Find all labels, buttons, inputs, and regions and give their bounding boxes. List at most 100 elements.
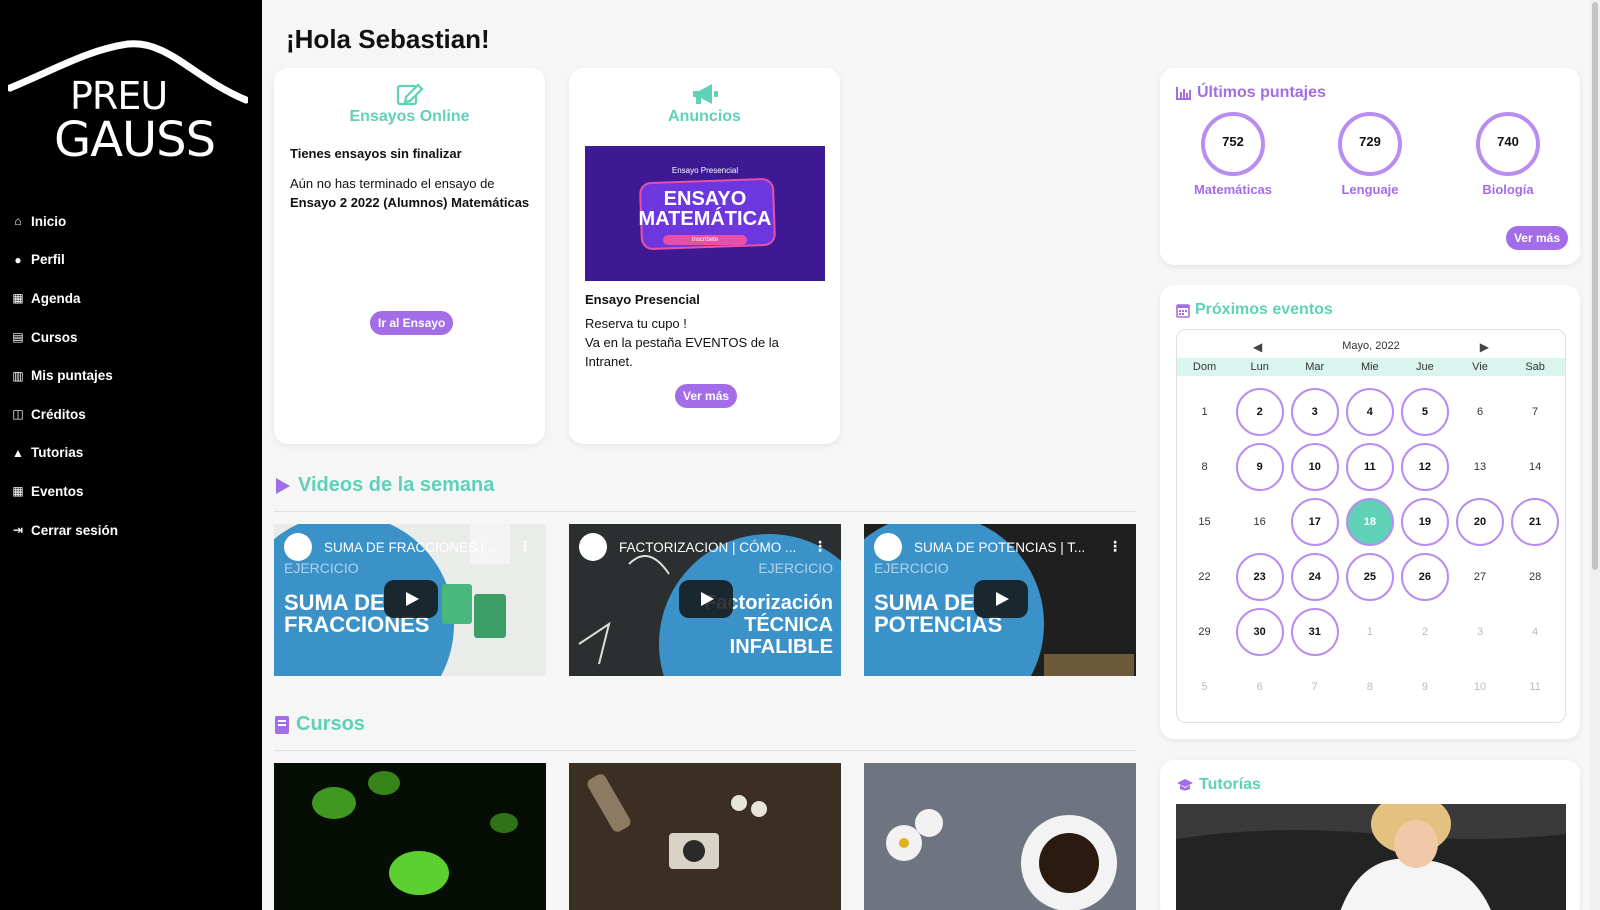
calendar-day[interactable]: 4 bbox=[1508, 604, 1563, 659]
announcement-more-button[interactable]: Ver más bbox=[675, 384, 738, 408]
calendar-day[interactable]: 10 bbox=[1287, 439, 1342, 494]
scrollbar-thumb[interactable] bbox=[1592, 2, 1598, 570]
calendar-day[interactable]: 20 bbox=[1452, 494, 1507, 549]
weekday-label: Lun bbox=[1250, 361, 1269, 373]
calendar-day[interactable]: 21 bbox=[1508, 494, 1563, 549]
sidebar-item-mis-puntajes[interactable]: ▥ Mis puntajes bbox=[0, 356, 262, 395]
event-marker: 4 bbox=[1345, 387, 1394, 436]
calendar-day[interactable]: 6 bbox=[1232, 659, 1287, 714]
calendar-day[interactable]: 5 bbox=[1397, 384, 1452, 439]
calendar-day[interactable]: 26 bbox=[1397, 549, 1452, 604]
page-scrollbar[interactable] bbox=[1590, 0, 1600, 910]
calendar-day[interactable]: 4 bbox=[1342, 384, 1397, 439]
calendar-day[interactable]: 7 bbox=[1508, 384, 1563, 439]
calendar-day[interactable]: 6 bbox=[1452, 384, 1507, 439]
video-tag: EJERCICIO bbox=[284, 560, 359, 576]
video-card[interactable]: FACTORIZACION | CÓMO ... ⋮ EJERCICIO Fac… bbox=[569, 524, 841, 676]
video-card[interactable]: SUMA DE FRACCIONES |... ⋮ EJERCICIO SUMA… bbox=[274, 524, 546, 676]
calendar-day[interactable]: 28 bbox=[1508, 549, 1563, 604]
calendar-day[interactable]: 30 bbox=[1232, 604, 1287, 659]
calendar-day[interactable]: 31 bbox=[1287, 604, 1342, 659]
go-to-essay-button[interactable]: Ir al Ensayo bbox=[370, 311, 454, 335]
calendar-day[interactable]: 11 bbox=[1342, 439, 1397, 494]
calendar-day[interactable]: 11 bbox=[1508, 659, 1563, 714]
calendar-day[interactable]: 9 bbox=[1232, 439, 1287, 494]
sidebar-item-cerrar-sesion[interactable]: ⇥ Cerrar sesión bbox=[0, 511, 262, 550]
chart-icon: ▥ bbox=[12, 368, 24, 383]
calendar-week: 15 16 17 18 19 20 21 bbox=[1177, 494, 1565, 549]
calendar-day[interactable]: 7 bbox=[1287, 659, 1342, 714]
ensayos-card-header: Ensayos Online bbox=[274, 82, 545, 126]
calendar-day[interactable]: 9 bbox=[1397, 659, 1452, 714]
videos-title: Videos de la semana bbox=[298, 474, 495, 496]
prev-month-icon[interactable]: ◀ bbox=[1253, 340, 1262, 354]
calendar-day[interactable]: 1 bbox=[1342, 604, 1397, 659]
calendar-day[interactable]: 2 bbox=[1397, 604, 1452, 659]
brand-logo[interactable]: PREU GAUSS bbox=[8, 38, 248, 168]
channel-avatar bbox=[874, 533, 902, 561]
calendar-day[interactable]: 3 bbox=[1287, 384, 1342, 439]
event-marker: 10 bbox=[1290, 442, 1339, 491]
calendar-day[interactable]: 13 bbox=[1452, 439, 1507, 494]
weekday-label: Jue bbox=[1416, 361, 1434, 373]
calendar-day[interactable]: 8 bbox=[1177, 439, 1232, 494]
course-card[interactable] bbox=[274, 763, 546, 910]
sidebar-item-inicio[interactable]: ⌂ Inicio bbox=[0, 202, 262, 241]
scores-more-button[interactable]: Ver más bbox=[1505, 226, 1568, 250]
calendar-day[interactable]: 3 bbox=[1452, 604, 1507, 659]
calendar-day[interactable]: 15 bbox=[1177, 494, 1232, 549]
calendar-day[interactable]: 10 bbox=[1452, 659, 1507, 714]
calendar-day[interactable]: 16 bbox=[1232, 494, 1287, 549]
more-options-icon[interactable]: ⋮ bbox=[518, 538, 532, 555]
page-title: ¡Hola Sebastian! bbox=[286, 24, 490, 54]
calendar-day[interactable]: 12 bbox=[1397, 439, 1452, 494]
sidebar-item-eventos[interactable]: ▦ Eventos bbox=[0, 472, 262, 511]
ensayos-description: Aún no has terminado el ensayo de Ensayo… bbox=[290, 174, 530, 212]
sidebar-item-label: Eventos bbox=[31, 483, 84, 499]
play-button[interactable] bbox=[384, 580, 438, 618]
tutoria-image[interactable] bbox=[1176, 804, 1566, 910]
play-button[interactable] bbox=[974, 580, 1028, 618]
calendar-day[interactable]: 19 bbox=[1397, 494, 1452, 549]
calendar-day[interactable]: 23 bbox=[1232, 549, 1287, 604]
calendar-weekdays: Dom Lun Mar Mie Jue Vie Sab bbox=[1177, 358, 1565, 376]
tutorias-header: Tutorías bbox=[1176, 776, 1261, 794]
announcement-description: Reserva tu cupo ! Va en la pestaña EVENT… bbox=[585, 314, 825, 371]
more-options-icon[interactable]: ⋮ bbox=[813, 538, 827, 555]
sidebar-item-tutorias[interactable]: ▲ Tutorias bbox=[0, 434, 262, 473]
calendar-day[interactable]: 5 bbox=[1177, 659, 1232, 714]
calendar-day[interactable]: 14 bbox=[1508, 439, 1563, 494]
next-month-icon[interactable]: ▶ bbox=[1480, 340, 1489, 354]
sidebar-item-cursos[interactable]: ▤ Cursos bbox=[0, 318, 262, 357]
calendar-day[interactable]: 24 bbox=[1287, 549, 1342, 604]
calendar-day[interactable]: 25 bbox=[1342, 549, 1397, 604]
course-card[interactable] bbox=[864, 763, 1136, 910]
more-options-icon[interactable]: ⋮ bbox=[1108, 538, 1122, 555]
anuncios-card: Anuncios Ensayo Presencial ENSAYO MATEMÁ… bbox=[569, 68, 840, 444]
calendar: ◀ Mayo, 2022 ▶ Dom Lun Mar Mie Jue Vie Sab 123… bbox=[1176, 329, 1566, 723]
sidebar-item-agenda[interactable]: ▦ Agenda bbox=[0, 279, 262, 318]
calendar-day[interactable]: 22 bbox=[1177, 549, 1232, 604]
sidebar-item-creditos[interactable]: ◫ Créditos bbox=[0, 395, 262, 434]
scores-header: Últimos puntajes bbox=[1176, 84, 1326, 102]
play-button[interactable] bbox=[679, 580, 733, 618]
tutorias-card: Tutorías bbox=[1160, 760, 1580, 910]
course-card[interactable] bbox=[569, 763, 841, 910]
video-card[interactable]: SUMA DE POTENCIAS | T... ⋮ EJERCICIO SUM… bbox=[864, 524, 1136, 676]
calendar-day[interactable]: 18 bbox=[1342, 494, 1397, 549]
calendar-day[interactable]: 2 bbox=[1232, 384, 1287, 439]
calendar-week: 1234567 bbox=[1177, 384, 1565, 439]
calendar-month: Mayo, 2022 bbox=[1342, 340, 1400, 352]
calendar-day[interactable]: 1 bbox=[1177, 384, 1232, 439]
weekday-label: Vie bbox=[1472, 361, 1488, 373]
scores-title: Últimos puntajes bbox=[1197, 84, 1326, 101]
coins-icon: ◫ bbox=[12, 407, 24, 422]
announcement-image[interactable]: Ensayo Presencial ENSAYO MATEMÁTICA Insc… bbox=[585, 146, 825, 281]
sidebar-item-perfil[interactable]: ● Perfil bbox=[0, 241, 262, 280]
video-text3: INFALIBLE bbox=[729, 636, 833, 658]
calendar-day[interactable]: 8 bbox=[1342, 659, 1397, 714]
weekday-label: Dom bbox=[1192, 361, 1217, 373]
calendar-day[interactable]: 17 bbox=[1287, 494, 1342, 549]
calendar-day[interactable]: 27 bbox=[1452, 549, 1507, 604]
calendar-day[interactable]: 29 bbox=[1177, 604, 1232, 659]
